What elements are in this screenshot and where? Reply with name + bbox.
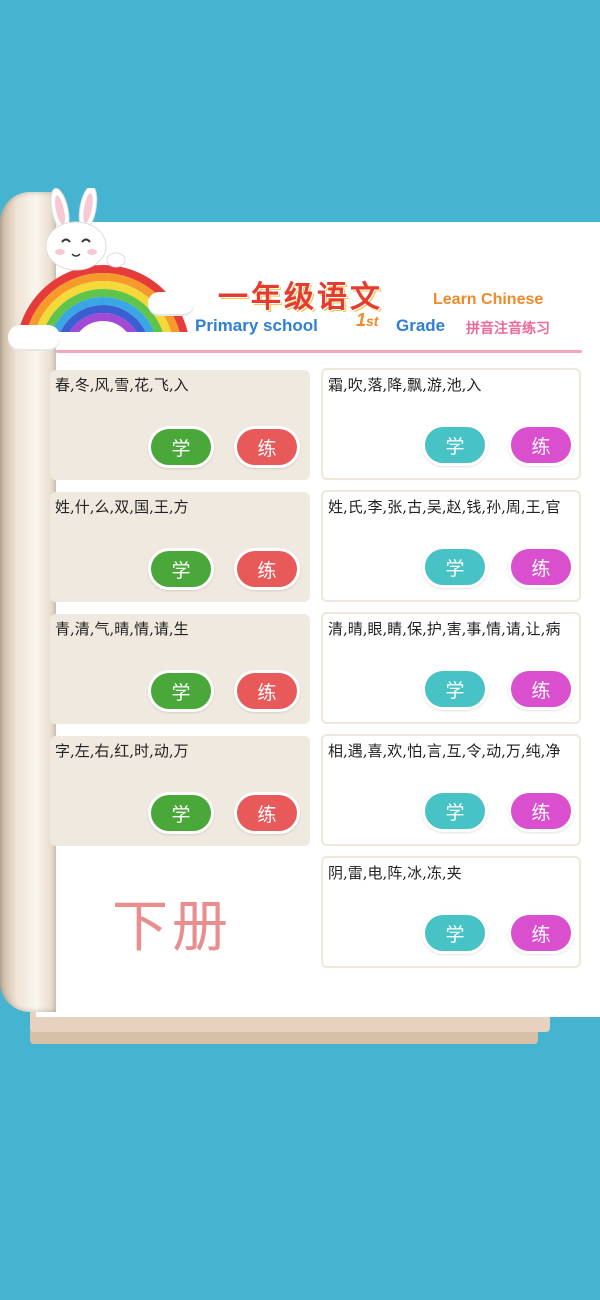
- learn-button[interactable]: 学: [422, 790, 488, 832]
- learn-button[interactable]: 学: [148, 670, 214, 712]
- lesson-card: 相,遇,喜,欢,怕,言,互,令,动,万,纯,净 学 练: [321, 734, 581, 846]
- lesson-characters: 青,清,气,晴,情,请,生: [55, 620, 189, 638]
- lesson-characters: 姓,氏,李,张,古,吴,赵,钱,孙,周,王,官: [328, 498, 561, 516]
- lesson-card: 青,清,气,晴,情,请,生 学 练: [50, 614, 310, 724]
- lesson-card: 阴,雷,电,阵,冰,冻,夹 学 练: [321, 856, 581, 968]
- practice-button[interactable]: 练: [508, 668, 574, 710]
- learn-button[interactable]: 学: [148, 426, 214, 468]
- practice-button[interactable]: 练: [234, 670, 300, 712]
- grade-num-text: 1: [356, 310, 367, 330]
- practice-button[interactable]: 练: [508, 546, 574, 588]
- learn-button[interactable]: 学: [422, 546, 488, 588]
- practice-button[interactable]: 练: [234, 426, 300, 468]
- practice-button[interactable]: 练: [508, 912, 574, 954]
- lesson-card: 姓,什,么,双,国,王,方 学 练: [50, 492, 310, 602]
- practice-button[interactable]: 练: [234, 792, 300, 834]
- cloud-left-icon: [8, 325, 60, 349]
- subtitle-english: Primary school: [195, 316, 318, 335]
- lesson-characters: 阴,雷,电,阵,冰,冻,夹: [328, 864, 462, 882]
- lesson-card: 姓,氏,李,张,古,吴,赵,钱,孙,周,王,官 学 练: [321, 490, 581, 602]
- grade-suffix: st: [366, 313, 379, 329]
- app-title-english: Learn Chinese: [433, 291, 544, 308]
- practice-button[interactable]: 练: [234, 548, 300, 590]
- lesson-characters: 字,左,右,红,时,动,万: [55, 742, 189, 760]
- lesson-card: 字,左,右,红,时,动,万 学 练: [50, 736, 310, 846]
- grade-number: 1st: [356, 310, 378, 331]
- lesson-characters: 清,晴,眼,睛,保,护,害,事,情,请,让,病: [328, 620, 561, 638]
- bunny-icon: [30, 185, 130, 283]
- learn-button[interactable]: 学: [148, 548, 214, 590]
- cloud-right-icon: [148, 292, 194, 314]
- practice-button[interactable]: 练: [508, 424, 574, 466]
- lesson-characters: 霜,吹,落,降,飘,游,池,入: [328, 376, 482, 394]
- lesson-card: 春,冬,风,雪,花,飞,入 学 练: [50, 370, 310, 480]
- grade-label: Grade: [396, 316, 446, 335]
- learn-button[interactable]: 学: [422, 668, 488, 710]
- header-divider: [56, 350, 582, 353]
- learn-button[interactable]: 学: [148, 792, 214, 834]
- lesson-characters: 姓,什,么,双,国,王,方: [55, 498, 189, 516]
- lesson-card: 霜,吹,落,降,飘,游,池,入 学 练: [321, 368, 581, 480]
- practice-button[interactable]: 练: [508, 790, 574, 832]
- volume-label: 下册: [112, 895, 232, 960]
- lesson-characters: 春,冬,风,雪,花,飞,入: [55, 376, 189, 394]
- lesson-characters: 相,遇,喜,欢,怕,言,互,令,动,万,纯,净: [328, 742, 561, 760]
- learn-button[interactable]: 学: [422, 424, 488, 466]
- learn-button[interactable]: 学: [422, 912, 488, 954]
- subtitle-chinese: 拼音注音练习: [466, 321, 550, 337]
- lesson-card: 清,晴,眼,睛,保,护,害,事,情,请,让,病 学 练: [321, 612, 581, 724]
